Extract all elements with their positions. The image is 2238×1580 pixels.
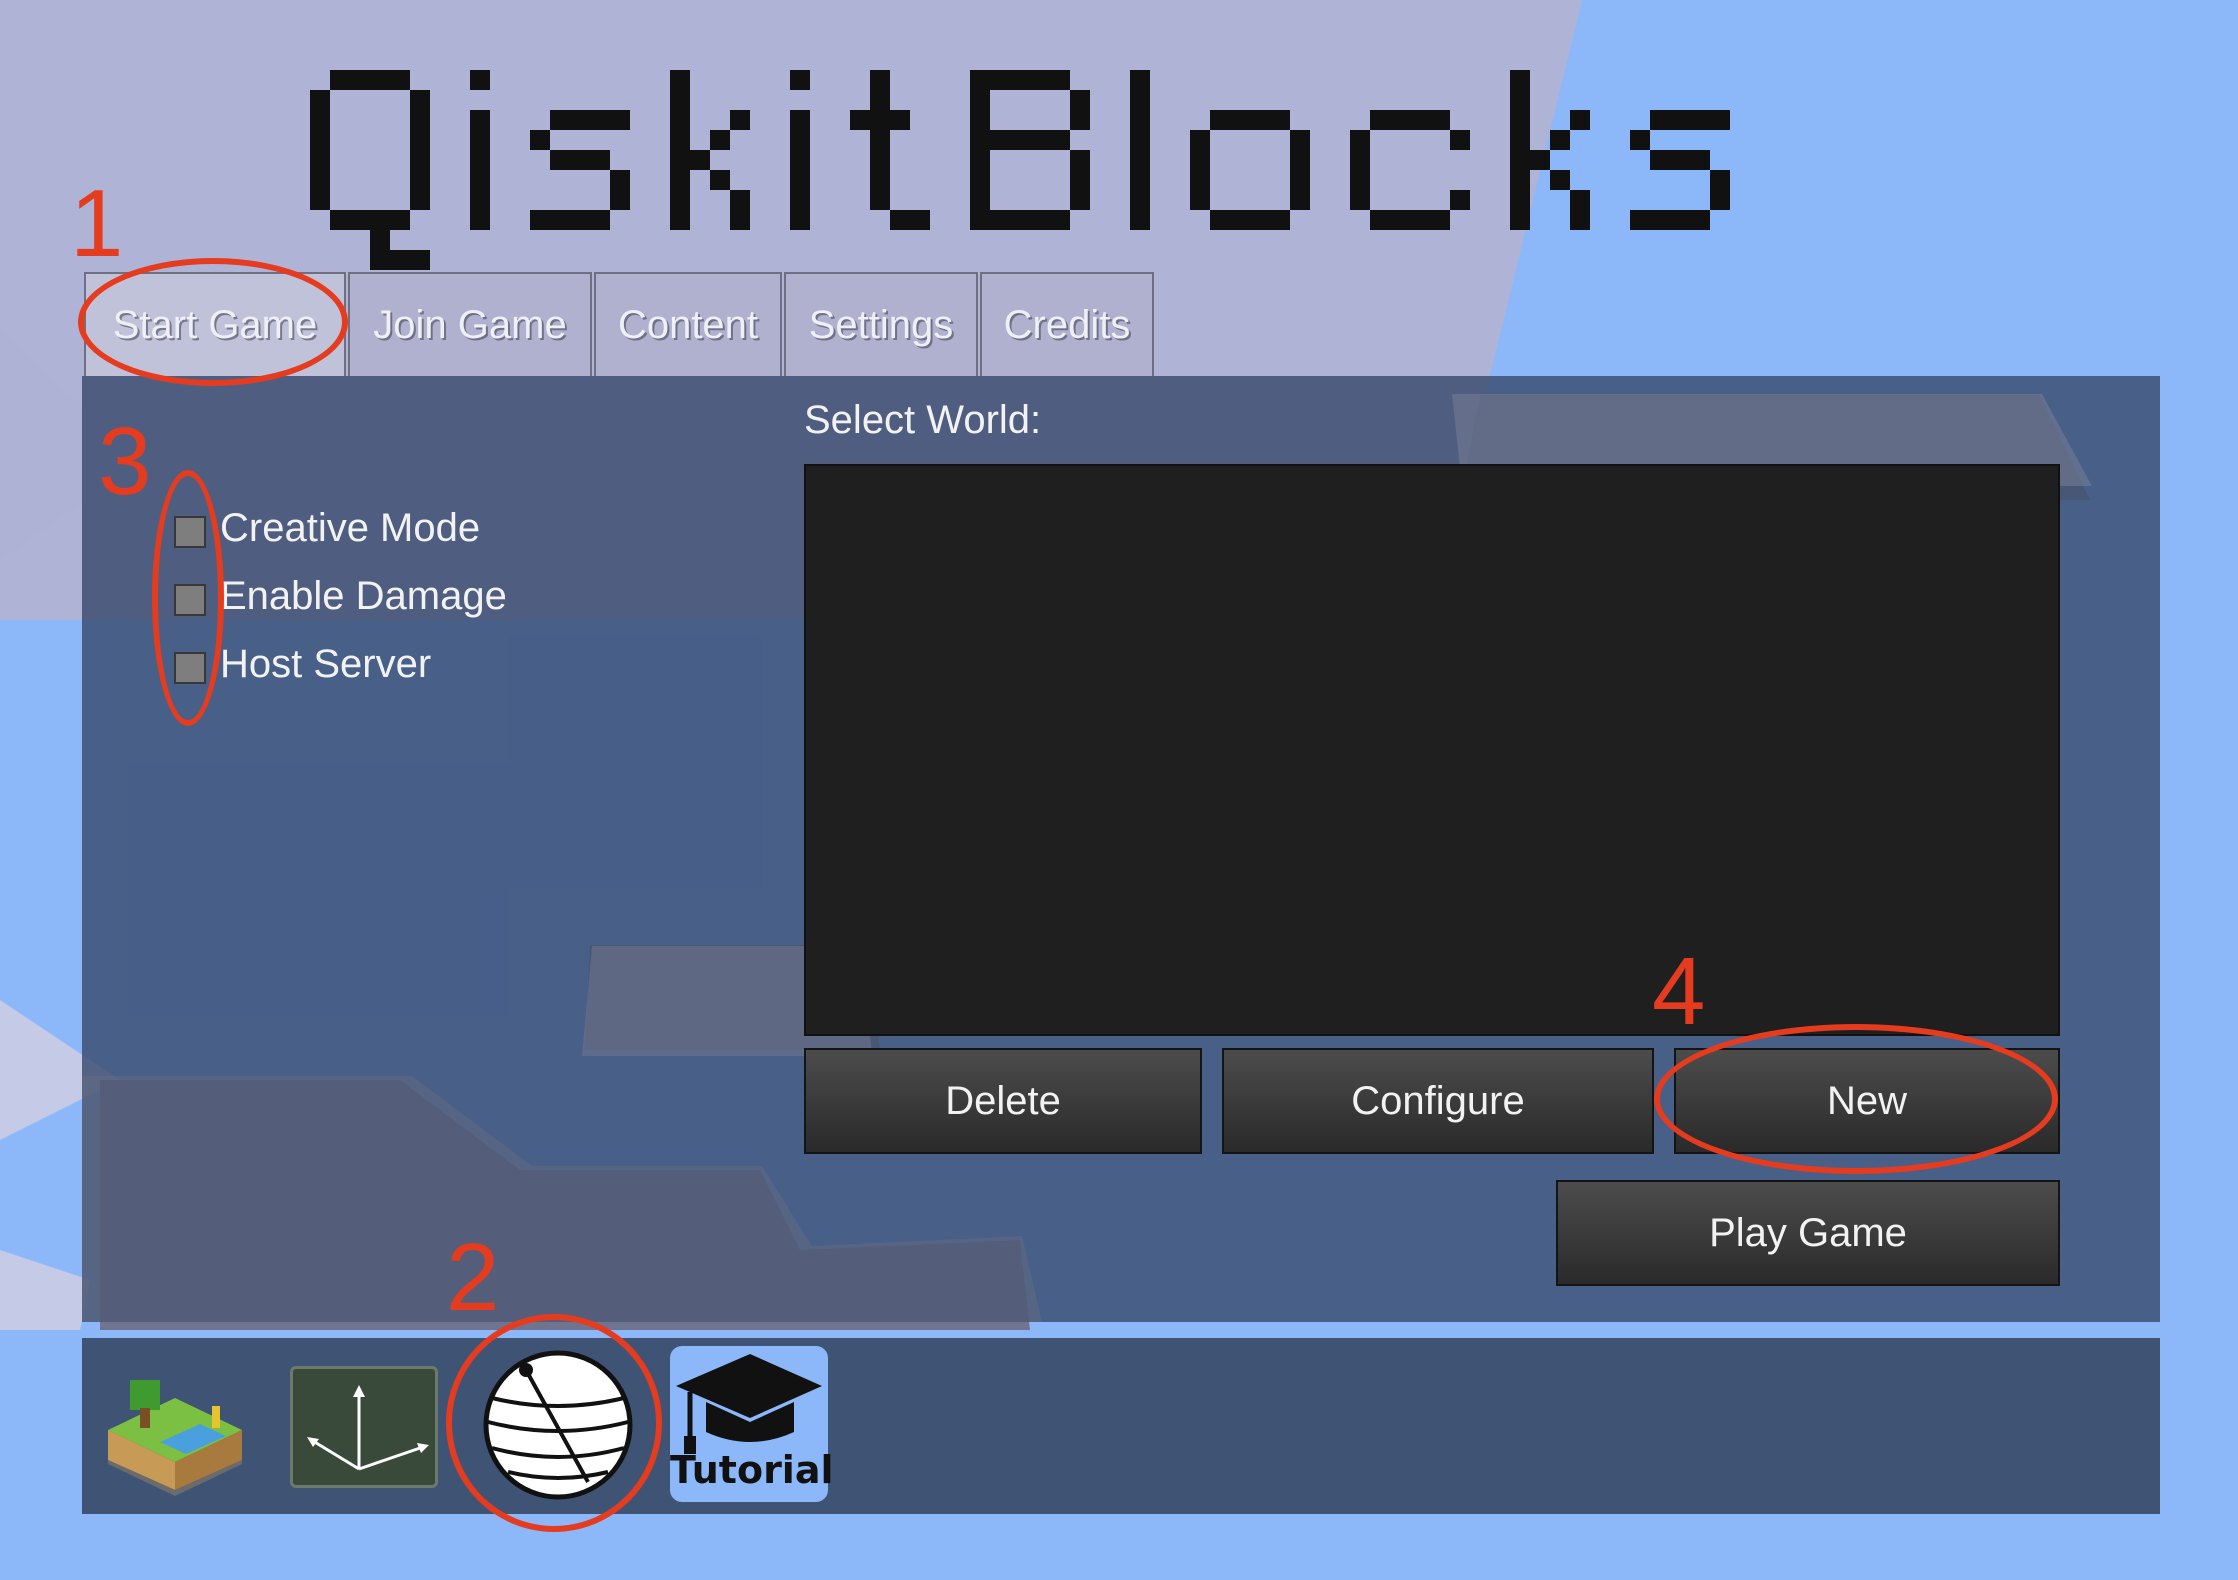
creative-mode-label: Creative Mode [220,506,481,550]
annotation-ring-new-button [1654,1024,2058,1174]
tutorial-game-button[interactable]: Tutorial [670,1346,834,1502]
annotation-ring-checkboxes [152,470,224,726]
enable-damage-label: Enable Damage [220,574,507,618]
annotation-number-3: 3 [98,408,152,515]
annotation-number-4: 4 [1652,938,1706,1045]
play-game-button[interactable]: Play Game [1556,1180,2060,1286]
world-list[interactable] [804,464,2060,1036]
tab-credits[interactable]: Credits [980,272,1154,376]
main-panel: Creative Mode Enable Damage Host Server … [82,376,2160,1322]
configure-button[interactable]: Configure [1222,1048,1654,1154]
tab-settings[interactable]: Settings [784,272,978,376]
select-world-label: Select World: [804,398,1042,442]
annotation-ring-bloch-game [446,1314,662,1532]
annotation-number-1: 1 [70,170,124,277]
graduation-cap-icon [676,1354,822,1454]
axes-icon [307,1385,429,1471]
host-server-label: Host Server [220,642,432,686]
tab-join-game[interactable]: Join Game [348,272,592,376]
annotation-number-2: 2 [446,1224,500,1331]
delete-button[interactable]: Delete [804,1048,1202,1154]
tab-content[interactable]: Content [594,272,782,376]
minetest-game-icon[interactable] [100,1350,250,1500]
axes-game-button[interactable] [290,1366,438,1488]
annotation-ring-start-game [78,258,348,386]
tutorial-label: Tutorial [670,1448,834,1492]
app-title-logo [310,70,1730,270]
